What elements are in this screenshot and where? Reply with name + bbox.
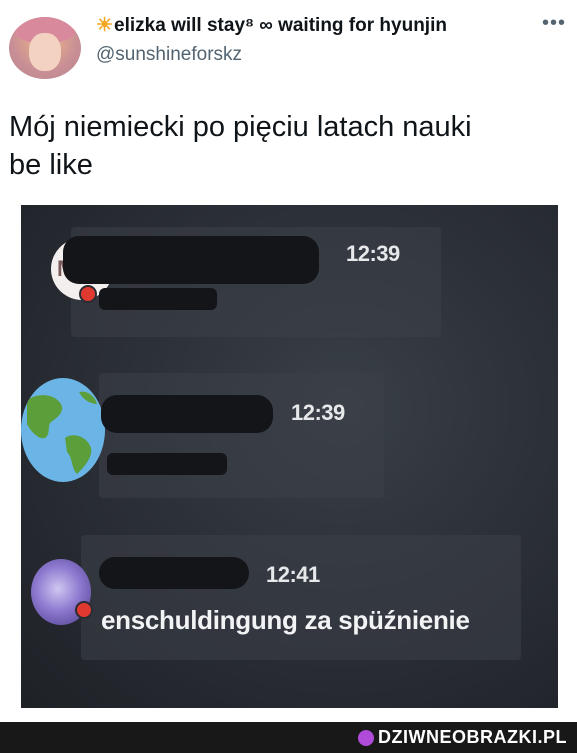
brand-watermark[interactable]: DZIWNEOBRAZKI.PL xyxy=(358,722,567,753)
message-text: enschuldingung za spüźnienie xyxy=(101,605,470,635)
tweet-photo[interactable]: M 12:39 12:39 12:41 enschuldingung za sp… xyxy=(21,205,558,708)
globe-avatar-icon xyxy=(21,378,105,482)
user-handle[interactable]: @sunshineforskz xyxy=(96,44,242,66)
avatar-face xyxy=(29,33,61,71)
display-name[interactable]: elizka will stay⁸ ∞ waiting for hyunjin xyxy=(114,15,447,37)
redacted-name-bar xyxy=(63,236,319,284)
message-time: 12:39 xyxy=(346,241,400,266)
message-bubble xyxy=(81,535,521,660)
message-time: 12:41 xyxy=(266,562,320,587)
globe-continents xyxy=(27,391,97,474)
tweet-text: Mój niemiecki po pięciu latach nauki be … xyxy=(9,108,569,184)
redacted-name-bar xyxy=(101,395,273,433)
redacted-text-bar xyxy=(107,453,227,475)
redacted-text-bar xyxy=(99,288,217,310)
display-name-row[interactable]: ☀ elizka will stay⁸ ∞ waiting for hyunji… xyxy=(96,14,447,37)
brand-name: DZIWNEOBRAZKI.PL xyxy=(378,727,567,747)
footer-bar: DZIWNEOBRAZKI.PL xyxy=(0,722,577,753)
tweet-text-line-2: be like xyxy=(9,149,93,181)
more-icon[interactable]: ••• xyxy=(542,12,566,35)
sun-emoji-icon: ☀ xyxy=(96,15,114,36)
brand-logo-icon xyxy=(358,729,375,746)
status-dot-icon xyxy=(79,285,97,303)
tweet-text-line-1: Mój niemiecki po pięciu latach nauki xyxy=(9,111,472,143)
profile-avatar[interactable] xyxy=(9,17,81,79)
message-bubble xyxy=(99,373,384,498)
redacted-name-bar xyxy=(99,557,249,589)
message-time: 12:39 xyxy=(291,400,345,425)
status-dot-icon xyxy=(75,601,93,619)
